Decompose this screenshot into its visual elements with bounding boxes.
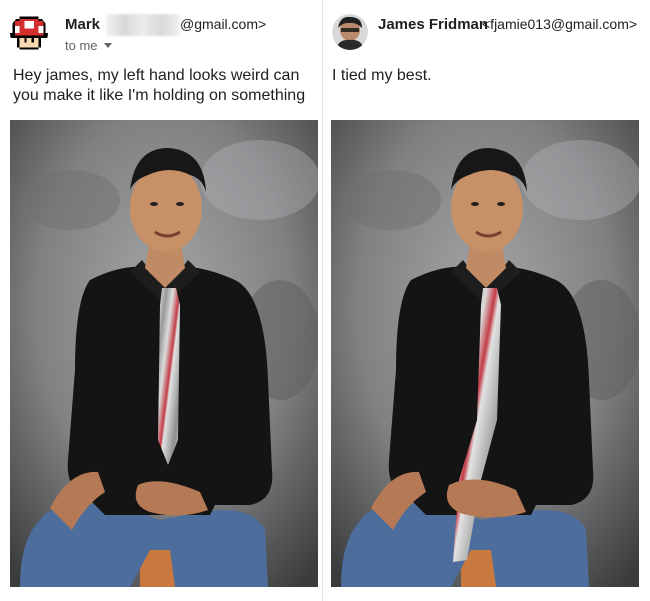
recipient-label: to me (65, 38, 98, 53)
reply-email-pane: James Fridman <fjamie013@gmail.com> I ti… (322, 0, 650, 601)
edited-photo (331, 120, 639, 587)
redacted-email (106, 14, 180, 36)
chevron-down-icon (103, 43, 112, 48)
original-photo (10, 120, 318, 587)
sender-name: James Fridman (378, 16, 489, 33)
mushroom-icon[interactable] (10, 14, 48, 52)
sender-email: <fjamie013@gmail.com> (482, 16, 638, 32)
sender-email: @gmail.com> (180, 16, 267, 32)
recipient-dropdown[interactable]: to me (65, 38, 112, 53)
original-email-pane: Mark @gmail.com> to me Hey james, my lef… (0, 0, 322, 601)
avatar[interactable] (332, 14, 368, 50)
email-body: Hey james, my left hand looks weird can … (13, 67, 306, 104)
sender-name: Mark (65, 16, 101, 33)
email-body: I tied my best. (332, 67, 432, 84)
